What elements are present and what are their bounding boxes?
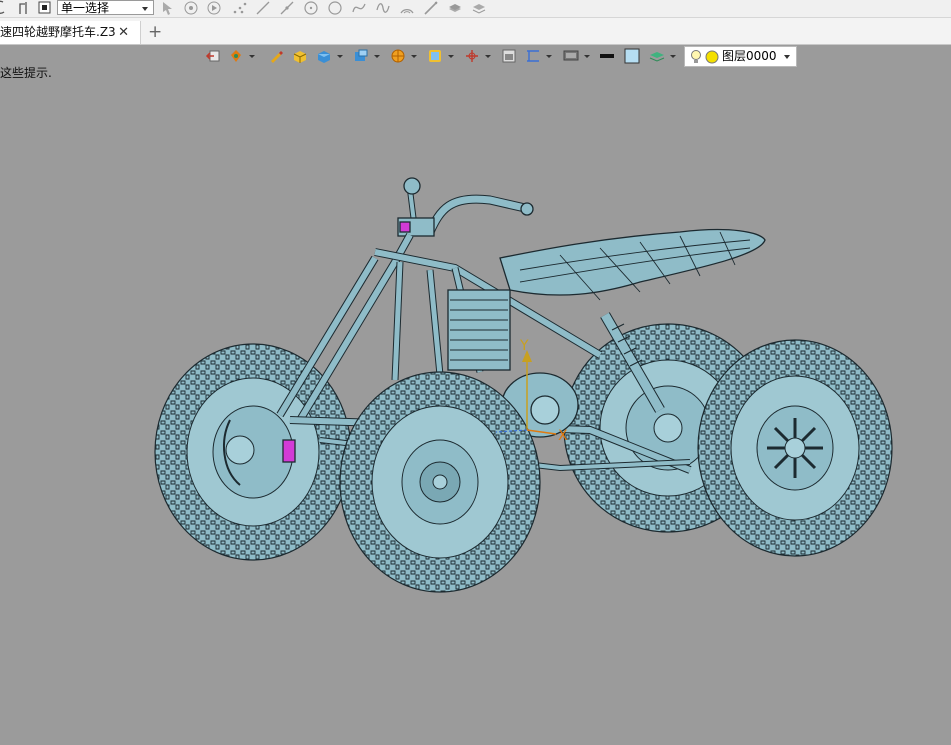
ruler-chevron-icon[interactable] xyxy=(546,55,552,58)
circle-icon[interactable] xyxy=(327,0,343,16)
circle-center-icon[interactable] xyxy=(303,0,319,16)
layer-stack-chevron-icon[interactable] xyxy=(670,55,676,58)
select-mode-dropdown[interactable]: 单一选择 xyxy=(57,0,154,15)
undo-icon[interactable] xyxy=(0,0,16,16)
layers-icon[interactable] xyxy=(471,0,487,16)
arc-icon[interactable] xyxy=(399,0,415,16)
redo-icon[interactable] xyxy=(16,0,32,16)
axis-triad-icon[interactable] xyxy=(464,48,480,64)
spline-icon[interactable] xyxy=(351,0,367,16)
layer-color-icon xyxy=(705,50,719,64)
section-chevron-icon[interactable] xyxy=(411,55,417,58)
section-icon[interactable] xyxy=(390,48,406,64)
layer-stack-icon[interactable] xyxy=(649,48,665,64)
display-chevron-icon[interactable] xyxy=(584,55,590,58)
render-mode-icon[interactable] xyxy=(228,48,244,64)
rear-wheel-right xyxy=(697,339,893,557)
chevron-down-icon xyxy=(142,7,148,11)
layer-name: 图层0000 xyxy=(722,49,777,63)
layer-dropdown[interactable]: 图层0000 xyxy=(684,46,797,67)
command-strip: 单一选择 xyxy=(0,0,951,18)
render-mode-chevron-icon[interactable] xyxy=(249,55,255,58)
frame-chevron-icon[interactable] xyxy=(448,55,454,58)
color-swatch-icon[interactable] xyxy=(624,48,640,64)
ruler-icon[interactable] xyxy=(525,48,541,64)
line-point-icon[interactable] xyxy=(279,0,295,16)
line-icon[interactable] xyxy=(255,0,271,16)
frame-icon[interactable] xyxy=(427,48,443,64)
new-tab-button[interactable]: + xyxy=(148,22,162,42)
exit-view-icon[interactable] xyxy=(205,48,221,64)
line-weight-icon[interactable] xyxy=(599,48,615,64)
y-axis-label: Y xyxy=(519,338,529,354)
atv-model-drawing: Y X xyxy=(154,177,893,593)
close-icon[interactable]: ✕ xyxy=(118,21,129,44)
filter-icon[interactable] xyxy=(183,0,199,16)
shaded-box-icon[interactable] xyxy=(292,48,308,64)
pen-line-icon[interactable] xyxy=(423,0,439,16)
tab-document[interactable]: 速四轮越野摩托车.Z3 ✕ xyxy=(0,21,141,44)
solid-box-icon[interactable] xyxy=(316,48,332,64)
view-cube-icon[interactable] xyxy=(353,48,369,64)
pencil-icon[interactable] xyxy=(268,48,284,64)
x-axis-label: X xyxy=(558,428,568,444)
display-icon[interactable] xyxy=(563,48,579,64)
3d-viewport[interactable]: Y X xyxy=(0,70,951,741)
points-icon[interactable] xyxy=(232,0,248,16)
lightbulb-icon xyxy=(691,50,701,63)
select-mode-value: 单一选择 xyxy=(61,1,110,15)
stack-icon[interactable] xyxy=(447,0,463,16)
window-icon[interactable] xyxy=(501,48,517,64)
chevron-down-icon xyxy=(784,55,790,59)
curve-icon[interactable] xyxy=(375,0,391,16)
tab-title: 速四轮越野摩托车.Z3 xyxy=(0,25,116,39)
front-wheel-right xyxy=(339,371,541,593)
view-cube-chevron-icon[interactable] xyxy=(374,55,380,58)
stop-icon[interactable] xyxy=(37,0,53,16)
axis-chevron-icon[interactable] xyxy=(485,55,491,58)
play-icon[interactable] xyxy=(206,0,222,16)
pointer-icon[interactable] xyxy=(160,0,176,16)
box-chevron-icon[interactable] xyxy=(337,55,343,58)
tab-bar: 速四轮越野摩托车.Z3 ✕ + xyxy=(0,18,951,45)
